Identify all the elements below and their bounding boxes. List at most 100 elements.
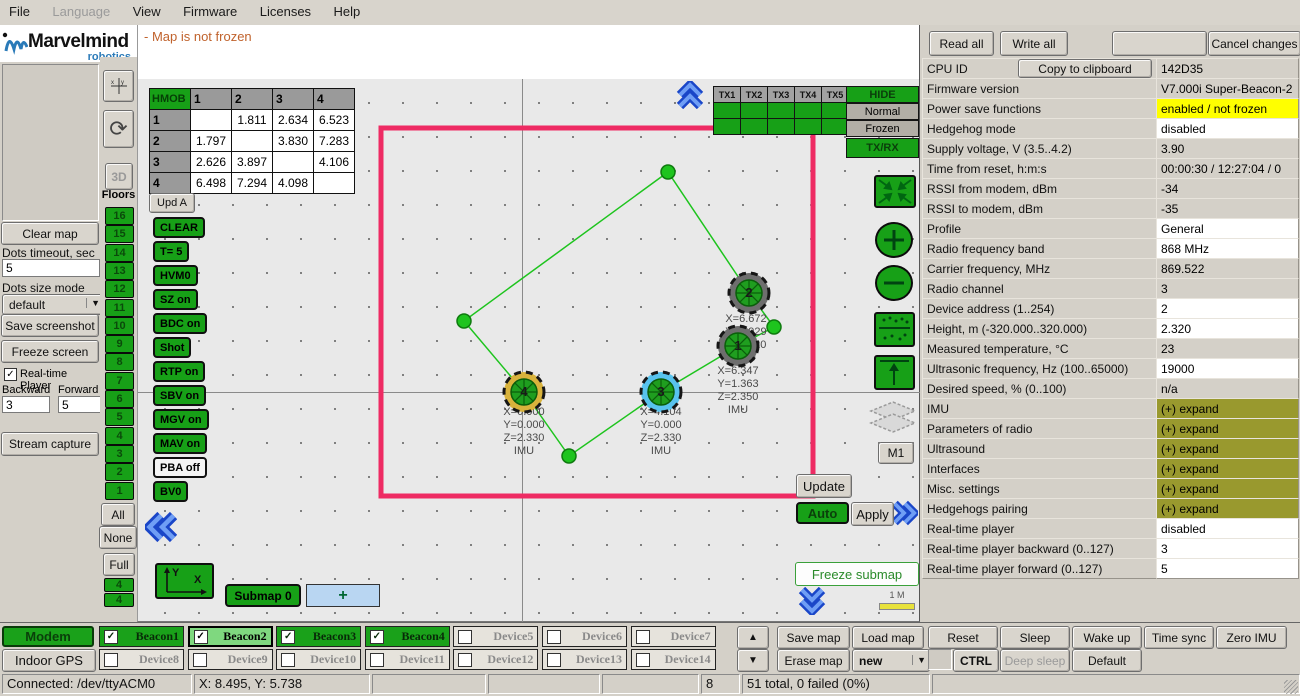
tab-device9[interactable]: Device9 <box>188 649 273 670</box>
zero-imu-button[interactable]: Zero IMU <box>1216 626 1287 649</box>
tab-device10[interactable]: Device10 <box>276 649 361 670</box>
menu-language[interactable]: Language <box>43 0 119 23</box>
copy-to-clipboard-button[interactable]: Copy to clipboard <box>1018 59 1152 78</box>
tx-cell[interactable] <box>821 102 849 119</box>
hide-button[interactable]: HIDE <box>846 86 919 103</box>
map-button-clear[interactable]: CLEAR <box>153 217 205 238</box>
write-all-button[interactable]: Write all <box>1000 31 1068 56</box>
map-button-hvm0[interactable]: HVM0 <box>153 265 198 286</box>
view-3d-button[interactable]: 3D <box>105 163 133 190</box>
apply-button[interactable]: Apply <box>851 502 894 526</box>
tab-device8[interactable]: Device8 <box>99 649 184 670</box>
fit-view-icon[interactable] <box>874 175 916 208</box>
checkbox-unchecked[interactable] <box>104 653 118 667</box>
normal-button[interactable]: Normal <box>846 103 919 120</box>
default-button[interactable]: Default <box>1072 649 1142 672</box>
tx-column-tx5[interactable]: TX5 <box>821 86 849 103</box>
map-button-bdc-on[interactable]: BDC on <box>153 313 207 334</box>
save-map-button[interactable]: Save map <box>777 626 850 649</box>
tx-column-tx3[interactable]: TX3 <box>767 86 795 103</box>
submap-tab[interactable]: Submap 0 <box>225 584 301 607</box>
beacon-3[interactable]: 3 <box>641 372 681 412</box>
reset-button[interactable]: Reset <box>928 626 998 649</box>
backward-input[interactable] <box>2 396 50 413</box>
stream-capture-button[interactable]: Stream capture <box>1 432 99 456</box>
tab-beacon3[interactable]: ✓Beacon3 <box>276 626 361 647</box>
tab-device5[interactable]: Device5 <box>453 626 538 647</box>
checkbox-unchecked[interactable] <box>547 630 561 644</box>
checkbox-unchecked[interactable] <box>281 653 295 667</box>
property-value[interactable]: 3 <box>1156 278 1299 299</box>
tx-cell[interactable] <box>794 118 822 135</box>
tabs-scroll-down-button[interactable]: ▼ <box>737 649 769 672</box>
checkbox-unchecked[interactable] <box>458 630 472 644</box>
deep-sleep-button[interactable]: Deep sleep <box>1000 649 1070 672</box>
floor-button-5[interactable]: 5 <box>105 408 134 426</box>
load-map-button[interactable]: Load map <box>852 626 924 649</box>
property-value[interactable]: (+) expand <box>1156 438 1299 459</box>
menu-view[interactable]: View <box>124 0 170 23</box>
ctrl-button[interactable]: CTRL <box>953 649 999 672</box>
tab-device12[interactable]: Device12 <box>453 649 538 670</box>
frozen-button[interactable]: Frozen <box>846 120 919 137</box>
dots-size-dropdown[interactable]: default ▼ <box>2 294 104 315</box>
map-area[interactable]: - Map is not frozen X=0.000Y=0.000Z=2.33… <box>137 25 920 622</box>
floors-none-button[interactable]: None <box>99 526 137 549</box>
property-value[interactable]: n/a <box>1156 378 1299 399</box>
resize-grip[interactable] <box>1284 680 1298 694</box>
map-button-bv0[interactable]: BV0 <box>153 481 188 502</box>
blank-button[interactable] <box>1112 31 1207 56</box>
map-button-t-5[interactable]: T= 5 <box>153 241 189 262</box>
checkbox-unchecked[interactable] <box>636 630 650 644</box>
pan-left-icon[interactable] <box>145 511 177 543</box>
pan-right-icon[interactable] <box>892 499 918 527</box>
property-value[interactable]: 19000 <box>1156 358 1299 379</box>
freeze-submap-button[interactable]: Freeze submap <box>795 562 919 586</box>
pan-up-icon[interactable] <box>676 81 704 109</box>
tx-cell[interactable] <box>713 102 741 119</box>
map-button-pba-off[interactable]: PBA off <box>153 457 207 478</box>
floor-button-2[interactable]: 2 <box>105 463 134 481</box>
floor-button-11[interactable]: 11 <box>105 299 134 317</box>
tx-column-tx1[interactable]: TX1 <box>713 86 741 103</box>
checkbox-checked[interactable]: ✓ <box>370 630 384 644</box>
dots-filter-icon[interactable] <box>874 312 915 347</box>
map-select-dropdown[interactable]: new ▼ <box>852 649 930 672</box>
menu-licenses[interactable]: Licenses <box>251 0 320 23</box>
floor-button-7[interactable]: 7 <box>105 372 134 390</box>
property-value[interactable]: -34 <box>1156 178 1299 199</box>
beacon-4[interactable]: 4 <box>504 372 544 412</box>
txrx-button[interactable]: TX/RX <box>846 138 919 158</box>
property-value[interactable]: 142D35 <box>1156 58 1299 79</box>
property-value[interactable]: -35 <box>1156 198 1299 219</box>
floor-button-15[interactable]: 15 <box>105 225 134 243</box>
indoor-gps-tab[interactable]: Indoor GPS <box>2 649 96 672</box>
time-sync-button[interactable]: Time sync <box>1144 626 1214 649</box>
property-value[interactable]: 868 MHz <box>1156 238 1299 259</box>
sleep-button[interactable]: Sleep <box>1000 626 1070 649</box>
checkbox-unchecked[interactable] <box>193 653 207 667</box>
add-submap-button[interactable]: + <box>306 584 380 607</box>
map-button-sbv-on[interactable]: SBV on <box>153 385 206 406</box>
property-value[interactable]: V7.000i Super-Beacon-2 <box>1156 78 1299 99</box>
property-value[interactable]: 23 <box>1156 338 1299 359</box>
property-value[interactable]: 2.320 <box>1156 318 1299 339</box>
property-value[interactable]: disabled <box>1156 118 1299 139</box>
zoom-out-icon[interactable] <box>875 265 913 301</box>
tab-beacon4[interactable]: ✓Beacon4 <box>365 626 450 647</box>
tx-cell[interactable] <box>794 102 822 119</box>
floor-button-9[interactable]: 9 <box>105 335 134 353</box>
property-value[interactable]: (+) expand <box>1156 498 1299 519</box>
tx-column-tx2[interactable]: TX2 <box>740 86 768 103</box>
checkbox-unchecked[interactable] <box>636 653 650 667</box>
floor-extra-button[interactable]: 4 <box>104 578 134 592</box>
rotate-view-button[interactable]: ⟳ <box>103 110 134 148</box>
floor-button-12[interactable]: 12 <box>105 280 134 298</box>
pan-down-icon[interactable] <box>798 587 826 615</box>
freeze-screen-button[interactable]: Freeze screen <box>1 340 99 363</box>
floor-button-13[interactable]: 13 <box>105 262 134 280</box>
map-button-shot[interactable]: Shot <box>153 337 191 358</box>
property-value[interactable]: (+) expand <box>1156 398 1299 419</box>
tx-cell[interactable] <box>767 118 795 135</box>
floors-all-button[interactable]: All <box>101 503 135 526</box>
